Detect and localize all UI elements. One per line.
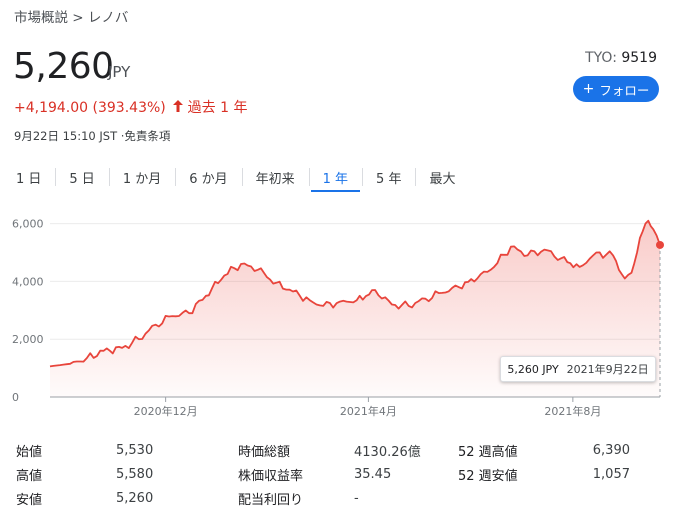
tab-label: 1 日: [16, 171, 42, 187]
follow-label: フォロー: [599, 82, 650, 98]
stat-value: -: [354, 490, 359, 506]
stat-label: 配当利回り: [238, 492, 304, 508]
follow-button[interactable]: + フォロー: [573, 76, 659, 102]
tab-label: 1 年: [322, 171, 349, 187]
tab-1-year[interactable]: 1 年: [308, 162, 362, 192]
x-tick-label: 2021年4月: [340, 404, 397, 418]
stat-value: 4130.26億: [354, 444, 421, 460]
stat-value: 5,260: [116, 490, 154, 506]
stats-row: 始値 5,530 時価総額 4130.26億 52 週高値 6,390: [16, 438, 630, 462]
stats-row: 高値 5,580 株価収益率 35.45 52 週安値 1,057: [16, 462, 630, 486]
stat-label: 安値: [16, 492, 43, 508]
x-tick-label: 2021年8月: [544, 404, 601, 418]
stat-label: 高値: [16, 468, 43, 484]
ticker-code: 9519: [621, 50, 657, 66]
current-price: 5,260: [13, 46, 114, 87]
stat-label: 52 週高値: [458, 444, 518, 460]
arrow-up-icon: [173, 100, 184, 116]
change-amount: +4,194.00 (393.43%): [14, 100, 166, 116]
tab-5-year[interactable]: 5 年: [362, 162, 415, 192]
tab-label: 5 年: [376, 171, 402, 187]
stat-value: 6,390: [592, 442, 630, 458]
tab-label: 1 か月: [122, 171, 162, 187]
plus-icon: +: [582, 81, 595, 97]
stat-value: 5,530: [116, 442, 154, 458]
breadcrumb[interactable]: 市場概説 > レノバ: [14, 6, 128, 26]
tab-label: 5 日: [69, 171, 95, 187]
tab-label: 6 か月: [189, 171, 228, 187]
y-tick-label: 6,000: [12, 218, 44, 231]
stat-label: 始値: [16, 444, 43, 460]
tab-ytd[interactable]: 年初来: [241, 162, 309, 192]
hover-point: [656, 240, 664, 249]
stat-label: 時価総額: [238, 444, 291, 460]
currency-label: JPY: [108, 63, 131, 81]
tab-5-day[interactable]: 5 日: [55, 162, 108, 192]
range-tabs: 1 日 5 日 1 か月 6 か月 年初来 1 年 5 年 最大: [2, 162, 469, 192]
stat-value: 5,580: [116, 466, 154, 482]
ticker-symbol: TYO: 9519: [585, 50, 657, 66]
chart-tooltip: 5,260 JPY 2021年9月22日: [500, 356, 656, 382]
price-change: +4,194.00 (393.43%) 過去 1 年: [14, 97, 247, 117]
tab-1-month[interactable]: 1 か月: [108, 162, 175, 192]
y-tick-label: 4,000: [12, 275, 44, 288]
tab-label: 最大: [429, 171, 456, 187]
tab-max[interactable]: 最大: [415, 162, 469, 192]
tooltip-date: 2021年9月22日: [566, 363, 649, 376]
change-period: 過去 1 年: [187, 100, 248, 116]
tooltip-value: 5,260 JPY: [507, 362, 559, 376]
timestamp-disclaimer[interactable]: 9月22日 15:10 JST ·免責条項: [14, 128, 170, 144]
x-tick-label: 2020年12月: [134, 404, 198, 418]
stat-value: 35.45: [354, 466, 392, 482]
stat-label: 株価収益率: [238, 468, 304, 484]
y-tick-label: 0: [12, 391, 19, 404]
exchange-label: TYO:: [585, 50, 617, 66]
stats-row: 安値 5,260 配当利回り -: [16, 486, 630, 510]
stat-label: 52 週安値: [458, 468, 518, 484]
tab-6-month[interactable]: 6 か月: [175, 162, 241, 192]
y-tick-label: 2,000: [12, 333, 44, 346]
price-chart[interactable]: 0 2,000 4,000 6,000 2020年12月 2021年4月 2021年8月: [0, 200, 673, 430]
stat-value: 1,057: [592, 466, 630, 482]
tab-label: 年初来: [255, 171, 295, 187]
tab-1-day[interactable]: 1 日: [2, 162, 55, 192]
key-stats: 始値 5,530 時価総額 4130.26億 52 週高値 6,390 高値 5…: [16, 438, 630, 510]
